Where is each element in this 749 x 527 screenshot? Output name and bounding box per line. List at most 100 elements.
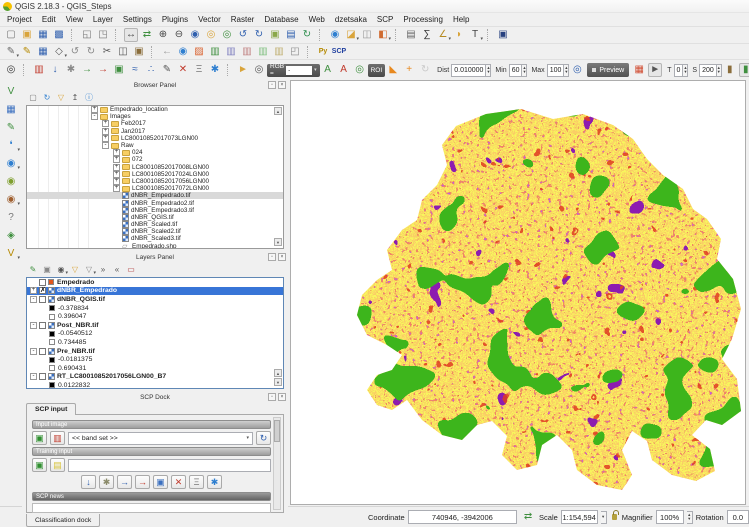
openlayers-plugin-icon[interactable]: ▨ (192, 45, 206, 59)
georeferencer-icon[interactable]: ▥ (256, 45, 270, 59)
expander-icon[interactable]: - (102, 142, 109, 150)
scp-overview-zoom-icon[interactable]: ◎ (4, 63, 18, 77)
add-postgis-layer-icon[interactable]: ◉ ▾ (3, 156, 20, 171)
menu-raster[interactable]: Raster (226, 14, 260, 25)
layer-visibility-checkbox[interactable] (39, 295, 46, 303)
add-to-signatures-icon[interactable]: → (117, 475, 132, 489)
undock-scp-button[interactable]: ▫ (268, 393, 276, 401)
band-calc-icon[interactable]: ▣ (112, 63, 126, 77)
expander-icon[interactable]: + (113, 149, 120, 157)
save-project-as-icon[interactable]: ▩ (52, 28, 66, 42)
new-training-input-icon[interactable]: ▤ (50, 458, 65, 472)
refresh-band-set-icon[interactable]: ↻ (256, 431, 271, 445)
roi-polygon-icon[interactable]: ◣ (386, 63, 400, 77)
band-set-tool-icon[interactable]: ▥ (32, 63, 46, 77)
toggle-editing-icon[interactable]: ✎ (20, 45, 34, 59)
zoom-to-layer-icon[interactable]: ◎ (220, 28, 234, 42)
save-project-icon[interactable]: ▦ (36, 28, 50, 42)
close-layers-button[interactable]: × (278, 253, 286, 261)
new-project-icon[interactable]: ▢ (4, 28, 18, 42)
browser-item-lc80010852017056lgn00[interactable]: + LC80010852017056LGN00 (27, 177, 283, 185)
text-annotation-icon[interactable]: T ▾ (468, 28, 483, 43)
add-mssql-layer-dropdown-icon[interactable]: ▾ (17, 201, 20, 207)
zoom-native-resolution-icon[interactable]: ▣ (268, 28, 282, 42)
remove-layer-icon[interactable]: ▭ (125, 264, 137, 276)
roi-pointer-icon[interactable]: ► (236, 63, 250, 77)
browser-item-dnbr-empedrado3-tif[interactable]: dNBR_Empedrado3.tif (27, 206, 283, 214)
select-by-expression-dropdown-icon[interactable]: ▾ (388, 36, 391, 42)
table-import-icon[interactable]: ▥ (224, 45, 238, 59)
preview-pointer-icon[interactable]: ► (648, 63, 663, 77)
browser-item-dnbr-scaled2-tif[interactable]: dNBR_Scaled2.tif (27, 228, 283, 236)
rgb-combo-value[interactable]: - (286, 65, 313, 75)
filter-expression-icon[interactable]: ▽ ▾ (83, 264, 96, 276)
layer-item-dnbr-qgis-tif[interactable]: - dNBR_QGIS.tif (27, 295, 283, 304)
rgb-combo[interactable]: RGB = - ▾ (267, 63, 320, 77)
browser-item-072[interactable]: +072 (27, 156, 283, 164)
browser-item-lc80010852017073lgn00[interactable]: + LC80010852017073LGN00 (27, 134, 283, 142)
t-spinner[interactable]: ▲ ▼ (683, 63, 689, 77)
python-console-icon[interactable]: ▣ (496, 28, 510, 42)
undock-layers-button[interactable]: ▫ (268, 253, 276, 261)
node-tool-icon[interactable]: ◇ ▾ (52, 45, 67, 59)
spectral-plot-icon[interactable]: ≈ (128, 63, 142, 77)
preview-zoom-icon[interactable]: ◎ (570, 63, 584, 77)
plugin-window-icon[interactable]: ◰ (288, 45, 302, 59)
layer-visibility-checkbox[interactable] (39, 347, 46, 355)
current-edits-dropdown-icon[interactable]: ▾ (16, 53, 19, 59)
menu-vector[interactable]: Vector (193, 14, 226, 25)
browser-scroll-up[interactable]: ▲ (274, 107, 282, 116)
select-by-expression-icon[interactable]: ◧ ▾ (376, 28, 391, 43)
collapse-all-icon[interactable]: ↥ (69, 92, 81, 104)
add-wfs-layer-dropdown-icon[interactable]: ▾ (17, 255, 20, 261)
browser-item-dnbr-scaled3-tif[interactable]: dNBR_Scaled3.tif (27, 235, 283, 243)
add-raster-layer-icon[interactable]: ▦ (3, 102, 19, 117)
add-postgis-layer-dropdown-icon[interactable]: ▾ (17, 165, 20, 171)
save-layer-edits-icon[interactable]: ▦ (36, 45, 50, 59)
rgb-composite-icon[interactable]: ▦ (632, 63, 646, 77)
browser-item-024[interactable]: +024 (27, 149, 283, 157)
add-group-icon[interactable]: ▣ (41, 264, 53, 276)
expander-icon[interactable]: - (30, 347, 37, 355)
scale-combo[interactable]: 1:154,594 (560, 510, 598, 524)
close-scp-button[interactable]: × (278, 393, 286, 401)
signature-pen-icon[interactable]: ✎ (160, 63, 174, 77)
classification-style-icon[interactable]: ▮ (738, 63, 749, 77)
magnifier-input[interactable]: 100% (655, 510, 684, 524)
band-set-dropdown-icon[interactable]: ▾ (246, 435, 249, 441)
scp-tools-icon[interactable]: ✕ (176, 63, 190, 77)
cumulative-stretch-icon[interactable]: A (321, 63, 335, 77)
menu-web[interactable]: Web (304, 14, 330, 25)
expander-icon[interactable]: + (113, 170, 120, 178)
layer-visibility-checkbox[interactable] (39, 321, 46, 329)
preprocessing-icon[interactable]: ✱ (64, 63, 78, 77)
browser-item-empedrado-shp[interactable]: ▱ Empedrado.shp (27, 243, 283, 248)
expander-icon[interactable]: - (30, 295, 37, 303)
rgb-combo-dropdown-icon[interactable]: ▾ (314, 67, 317, 73)
paste-features-icon[interactable]: ▣ (132, 45, 146, 59)
pan-map-icon[interactable]: ↔ (124, 28, 138, 42)
measure-dropdown-icon[interactable]: ▾ (448, 36, 451, 42)
open-layer-styling-icon[interactable]: ✎ (27, 264, 39, 276)
max-input[interactable]: 100 (546, 63, 565, 77)
redo-icon[interactable]: ↻ (84, 45, 98, 59)
copy-features-icon[interactable]: ◫ (116, 45, 130, 59)
signature-settings-icon[interactable]: ✱ (207, 475, 222, 489)
python-plugin-icon[interactable]: Py (316, 45, 330, 59)
menu-settings[interactable]: Settings (118, 14, 157, 25)
select-features-dropdown-icon[interactable]: ▾ (356, 36, 359, 42)
roi-redo-icon[interactable]: ↻ (418, 63, 432, 77)
scatter-plot-icon[interactable]: ∴ (144, 63, 158, 77)
classification-dock-tab[interactable]: Classification dock (26, 514, 101, 527)
rotation-input[interactable]: 0.0 (726, 510, 749, 524)
filter-browser-icon[interactable]: ▽ (55, 92, 67, 104)
zoom-in-icon[interactable]: ⊕ (156, 28, 170, 42)
roi-add-icon[interactable]: + (402, 63, 416, 77)
menu-project[interactable]: Project (2, 14, 37, 25)
browser-item-images[interactable]: - Images (27, 113, 283, 121)
local-stretch-zoom-icon[interactable]: ◎ (353, 63, 367, 77)
select-features-icon[interactable]: ◪ ▾ (344, 28, 359, 43)
stretch-zoom-icon[interactable]: ◎ (252, 63, 266, 77)
open-project-icon[interactable]: ▣ (20, 28, 34, 42)
expander-icon[interactable]: + (102, 120, 109, 128)
